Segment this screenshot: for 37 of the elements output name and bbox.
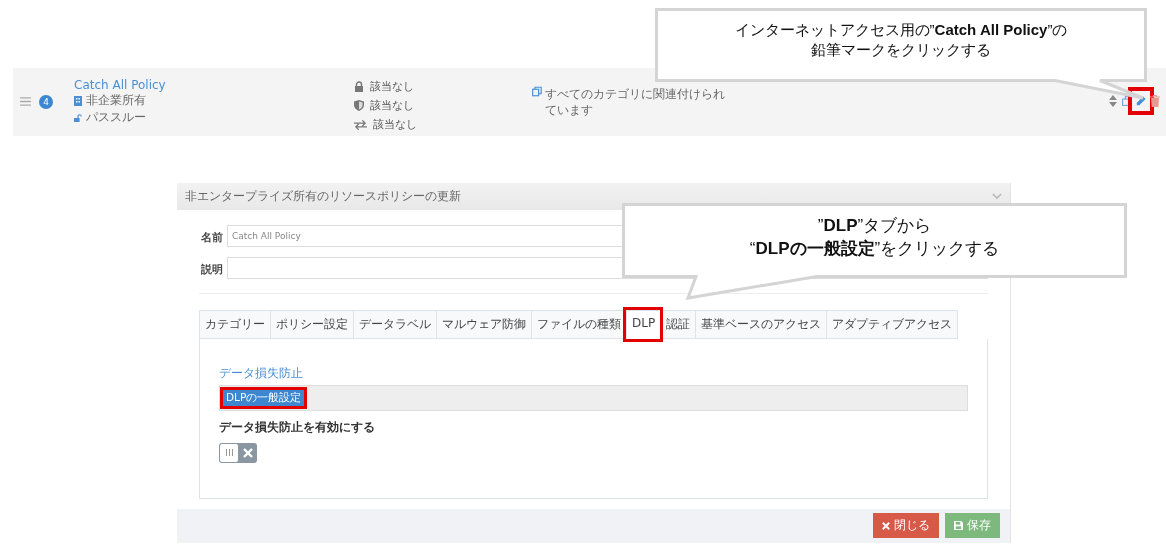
tab[interactable]: データラベル <box>353 309 436 339</box>
tab[interactable]: 基準ベースのアクセス <box>695 309 827 339</box>
tab[interactable]: マルウェア防御 <box>436 309 531 339</box>
tab[interactable]: ファイルの種類 <box>531 309 626 339</box>
condition-text: 該当なし <box>373 117 417 132</box>
transfer-icon <box>354 119 367 130</box>
callout-text: インターネットアクセス用の”Catch All Policy”の 鉛筆マークをクリックする <box>733 20 1069 61</box>
category-text: すべてのカテゴリに関連付けられています <box>544 86 726 119</box>
tab[interactable]: カテゴリー <box>199 309 270 339</box>
drag-handle-icon[interactable] <box>20 97 31 106</box>
dialog-title: 非エンタープライズ所有のリソースポリシーの更新 <box>185 188 461 204</box>
copy-icon <box>532 86 542 97</box>
lock-icon <box>354 81 364 92</box>
tab[interactable]: アダプティブアクセス <box>826 309 959 339</box>
field-label: 名前 <box>200 230 223 245</box>
close-icon <box>882 521 890 530</box>
chevron-icon[interactable] <box>992 192 1002 200</box>
order-number: 4 <box>39 95 53 109</box>
settings-link[interactable]: DLPの一般設定 <box>223 389 305 406</box>
tab[interactable]: ポリシー設定 <box>270 309 353 339</box>
trash-icon[interactable] <box>1150 95 1160 107</box>
close-icon <box>243 447 253 458</box>
callout-text: ”DLP”タブから “DLPの一般設定”をクリックする <box>748 215 1001 260</box>
ownership-text: 非企業所有 <box>86 92 146 109</box>
building-icon <box>74 95 82 106</box>
field-label: 説明 <box>200 262 223 277</box>
condition-text: 該当なし <box>370 98 414 113</box>
shield-icon <box>354 100 364 111</box>
toggle-label: データ損失防止を有効にする <box>219 418 375 436</box>
tab[interactable]: DLP <box>626 309 661 339</box>
condition-text: 該当なし <box>370 79 414 94</box>
unlock-icon <box>74 112 82 123</box>
sort-icon[interactable] <box>1108 95 1118 107</box>
toggle-switch[interactable] <box>219 442 257 463</box>
action-text: パススルー <box>86 109 146 126</box>
section-title: データ損失防止 <box>219 365 303 381</box>
close-button[interactable]: 閉じる <box>873 513 939 539</box>
